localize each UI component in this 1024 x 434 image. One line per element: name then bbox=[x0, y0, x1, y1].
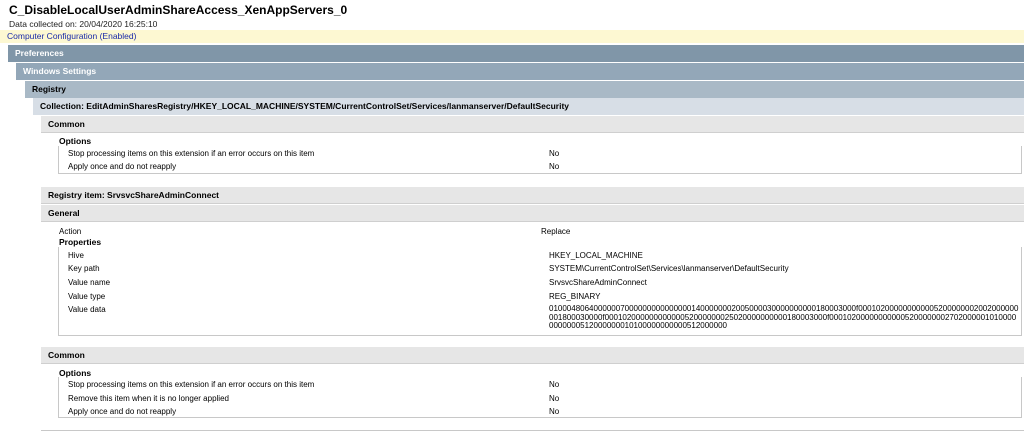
property-label-value-name: Value name bbox=[68, 278, 111, 287]
collection-options-bottom bbox=[58, 173, 1022, 174]
collection-option-label: Apply once and do not reapply bbox=[68, 162, 177, 171]
properties-heading: Properties bbox=[59, 237, 102, 247]
collection-option-label: Stop processing items on this extension … bbox=[68, 149, 315, 158]
registry-item-header[interactable]: Registry item: SrvsvcShareAdminConnect bbox=[41, 187, 1024, 204]
item-option-value: No bbox=[549, 407, 560, 416]
collection-options-heading: Options bbox=[59, 136, 92, 146]
action-value: Replace bbox=[541, 227, 571, 236]
collection-common-label: Common bbox=[48, 119, 85, 129]
general-header[interactable]: General bbox=[41, 205, 1024, 222]
properties-border bbox=[58, 247, 59, 336]
registry-header[interactable]: Registry bbox=[25, 81, 1024, 98]
item-options-border bbox=[58, 377, 59, 418]
item-common-header[interactable]: Common bbox=[41, 347, 1024, 364]
item-options-bottom bbox=[58, 417, 1022, 418]
collection-options-border bbox=[58, 146, 59, 174]
item-common-label: Common bbox=[48, 350, 85, 360]
collection-options-border-right bbox=[1021, 146, 1022, 174]
general-label: General bbox=[48, 208, 80, 218]
preferences-header[interactable]: Preferences bbox=[8, 45, 1024, 62]
collection-common-header[interactable]: Common bbox=[41, 116, 1024, 133]
windows-settings-header[interactable]: Windows Settings bbox=[16, 63, 1024, 80]
property-label-hive: Hive bbox=[68, 251, 85, 260]
collection-label: Collection: EditAdminSharesRegistry/HKEY… bbox=[40, 101, 570, 111]
property-value-value-data: 0100048064000000700000000000000014000000… bbox=[549, 304, 1019, 331]
computer-configuration-label: Computer Configuration (Enabled) bbox=[7, 31, 137, 41]
item-options-border-right bbox=[1021, 377, 1022, 418]
properties-border-right bbox=[1021, 247, 1022, 336]
preferences-label: Preferences bbox=[15, 48, 64, 58]
registry-label: Registry bbox=[32, 84, 67, 94]
item-options-heading: Options bbox=[59, 368, 92, 378]
properties-bottom bbox=[58, 335, 1022, 336]
item-option-label: Apply once and do not reapply bbox=[68, 407, 177, 416]
data-collected-timestamp: Data collected on: 20/04/2020 16:25:10 bbox=[9, 19, 158, 29]
item-option-value: No bbox=[549, 394, 560, 403]
windows-settings-label: Windows Settings bbox=[23, 66, 97, 76]
collection-header[interactable]: Collection: EditAdminSharesRegistry/HKEY… bbox=[33, 98, 1024, 115]
collection-option-value: No bbox=[549, 162, 560, 171]
gpo-title: C_DisableLocalUserAdminShareAccess_XenAp… bbox=[9, 3, 348, 17]
property-value-value-type: REG_BINARY bbox=[549, 292, 601, 301]
property-label-key-path: Key path bbox=[68, 264, 100, 273]
collection-option-value: No bbox=[549, 149, 560, 158]
registry-item-label: Registry item: SrvsvcShareAdminConnect bbox=[48, 190, 219, 200]
item-option-label: Remove this item when it is no longer ap… bbox=[68, 394, 229, 403]
item-option-label: Stop processing items on this extension … bbox=[68, 380, 315, 389]
property-label-value-type: Value type bbox=[68, 292, 106, 301]
property-value-value-name: SrvsvcShareAdminConnect bbox=[549, 278, 647, 287]
property-value-hive: HKEY_LOCAL_MACHINE bbox=[549, 251, 643, 260]
property-label-value-data: Value data bbox=[68, 305, 106, 314]
item-option-value: No bbox=[549, 380, 560, 389]
report-bottom-border bbox=[41, 430, 1024, 431]
action-label: Action bbox=[59, 227, 82, 236]
property-value-key-path: SYSTEM\CurrentControlSet\Services\lanman… bbox=[549, 264, 789, 273]
computer-configuration-banner: Computer Configuration (Enabled) bbox=[0, 30, 1024, 43]
